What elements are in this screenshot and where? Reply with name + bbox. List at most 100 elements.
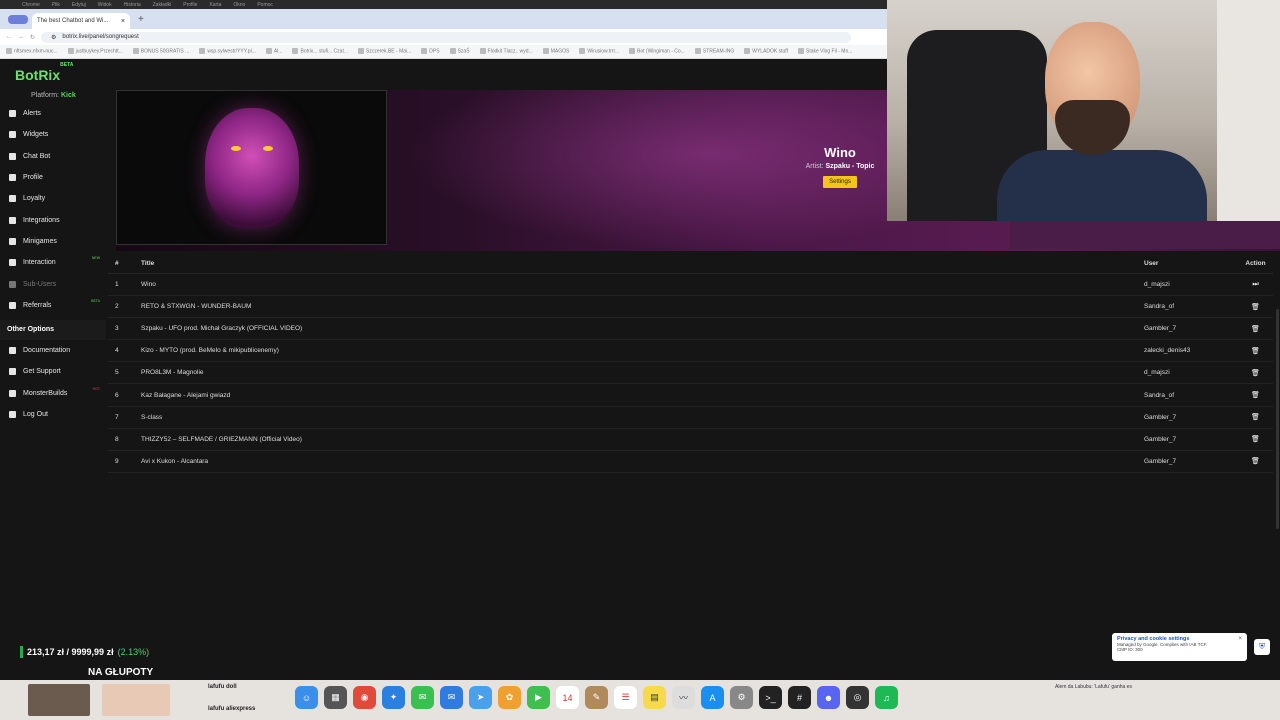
hot-badge: HOT xyxy=(92,386,100,391)
trash-icon[interactable]: 🗑 xyxy=(1251,413,1260,421)
calculator-icon[interactable]: # xyxy=(788,686,811,709)
terminal-icon[interactable]: >_ xyxy=(759,686,782,709)
now-playing-info: Wino Artist: Szpaku - Topic Settings xyxy=(790,145,890,188)
mail-icon[interactable]: ✉ xyxy=(440,686,463,709)
menu-okno[interactable]: Okno xyxy=(233,2,245,8)
sidebar-item-chat-bot[interactable]: Chat Bot xyxy=(0,146,106,167)
stickies-icon[interactable]: ▤ xyxy=(643,686,666,709)
sidebar-item-monsterbuilds[interactable]: MonsterBuilds HOT xyxy=(0,383,106,404)
close-tab-icon[interactable]: × xyxy=(121,18,125,25)
bookmark-item[interactable]: wsp.sylwestr/YYY.pl... xyxy=(199,48,256,55)
menu-edytuj[interactable]: Edytuj xyxy=(72,2,86,8)
browser-toolbar: ← → ↻ ⚙ botrix.live/panel/songrequest xyxy=(0,29,887,45)
sidebar-item-referrals[interactable]: Referrals BETA xyxy=(0,295,106,316)
sidebar-item-sub-users[interactable]: Sub-Users xyxy=(0,273,106,294)
bookmark-item[interactable]: DPS xyxy=(421,48,440,55)
bookmark-item[interactable]: justbuykey.Przechtt... xyxy=(67,48,123,55)
back-icon[interactable]: ← xyxy=(6,34,12,40)
trash-icon[interactable]: 🗑 xyxy=(1251,347,1260,355)
menu-plik[interactable]: Plik xyxy=(52,2,60,8)
chrome-icon[interactable]: ◉ xyxy=(353,686,376,709)
bookmark-item[interactable]: MAGOS xyxy=(542,48,569,55)
forward-icon[interactable]: → xyxy=(18,34,24,40)
menu-zakladki[interactable]: Zakładki xyxy=(153,2,172,8)
dock-label-doll[interactable]: lafufu doll xyxy=(208,684,237,690)
trash-icon[interactable]: 🗑 xyxy=(1251,303,1260,311)
skip-icon[interactable]: ⏭ xyxy=(1252,281,1258,289)
trash-icon[interactable]: 🗑 xyxy=(1251,325,1260,333)
botrix-logo[interactable]: BotRixBETA xyxy=(15,62,73,83)
sidebar-item-documentation[interactable]: Documentation xyxy=(0,340,106,361)
table-row: 9 Avi x Kukon - Alcantara Gambler_7 🗑 xyxy=(108,451,1273,473)
tab-group-pill[interactable] xyxy=(8,14,28,24)
maps-icon[interactable]: ➤ xyxy=(469,686,492,709)
settings-icon[interactable]: ⚙ xyxy=(730,686,753,709)
trash-icon[interactable]: 🗑 xyxy=(1251,435,1260,443)
browser-tab-active[interactable]: The best Chatbot and Wi... × xyxy=(32,13,130,29)
sidebar: Alerts Widgets Chat Bot Profile Loyalty … xyxy=(0,103,106,425)
dock-notification[interactable]: Alem da Labubu: 'Lafufu' ganha es xyxy=(1055,684,1132,690)
bookmark-item[interactable]: Wirusiow.trrr... xyxy=(579,48,619,55)
cookie-line2: CMP ID: 300 xyxy=(1117,647,1143,652)
sidebar-item-alerts[interactable]: Alerts xyxy=(0,103,106,124)
address-bar[interactable]: ⚙ botrix.live/panel/songrequest xyxy=(41,31,852,43)
appstore-icon[interactable]: A xyxy=(701,686,724,709)
trash-icon[interactable]: 🗑 xyxy=(1251,369,1260,377)
shield-icon[interactable]: ⛨ xyxy=(1254,639,1270,655)
calendar-icon[interactable]: 14 xyxy=(556,686,579,709)
bookmark-item[interactable]: Szczerek.BE - Mai... xyxy=(358,48,411,55)
obs-icon[interactable]: ◎ xyxy=(846,686,869,709)
bookmark-item[interactable]: STREAM-ING xyxy=(694,48,734,55)
freeform-icon[interactable]: 〰 xyxy=(672,686,695,709)
trash-icon[interactable]: 🗑 xyxy=(1251,457,1260,465)
finder-icon[interactable]: ☺ xyxy=(295,686,318,709)
sidebar-item-minigames[interactable]: Minigames xyxy=(0,231,106,252)
close-icon[interactable]: × xyxy=(1238,636,1242,642)
messages-icon[interactable]: ✉ xyxy=(411,686,434,709)
safari-icon[interactable]: ✦ xyxy=(382,686,405,709)
bookmark-item[interactable]: nftsmex.nfxm-nuc... xyxy=(6,48,58,55)
dock-thumbnail[interactable] xyxy=(28,684,90,716)
notes-icon[interactable]: ✎ xyxy=(585,686,608,709)
video-thumbnail[interactable] xyxy=(116,90,387,245)
dock-label-aliexpress[interactable]: lafufu aliexpress xyxy=(208,706,255,712)
panther-artwork xyxy=(204,107,299,228)
bookmark-item[interactable]: Flodkit Tlacz.. wyd... xyxy=(479,48,533,55)
bookmark-item[interactable]: Botrix... stufi... Czat... xyxy=(292,48,348,55)
scrollbar[interactable] xyxy=(1276,309,1279,529)
settings-button[interactable]: Settings xyxy=(823,176,857,188)
discord-icon[interactable]: ☻ xyxy=(817,686,840,709)
menu-pomoc[interactable]: Pomoc xyxy=(257,2,273,8)
facetime-icon[interactable]: ▶ xyxy=(527,686,550,709)
sidebar-item-integrations[interactable]: Integrations xyxy=(0,209,106,230)
reminders-icon[interactable]: ☰ xyxy=(614,686,637,709)
bookmark-item[interactable]: Al... xyxy=(265,48,282,55)
menu-karta[interactable]: Karta xyxy=(209,2,221,8)
bookmark-item[interactable]: SzaŚ xyxy=(449,48,470,55)
new-tab-icon[interactable]: + xyxy=(138,14,144,25)
bookmark-item[interactable]: Stake Vlog Fil - Mo... xyxy=(797,48,852,55)
goal-progress: 213,17 zł / 9999,99 zł (2.13%) xyxy=(20,645,220,659)
trash-icon[interactable]: 🗑 xyxy=(1251,391,1260,399)
users-icon xyxy=(9,280,16,288)
spotify-icon[interactable]: ♫ xyxy=(875,686,898,709)
menu-historia[interactable]: Historia xyxy=(124,2,141,8)
bookmark-item[interactable]: BONUS 50GRATIS ... xyxy=(132,48,189,55)
launchpad-icon[interactable]: ▦ xyxy=(324,686,347,709)
menu-chrome[interactable]: Chrome xyxy=(22,2,40,8)
bookmark-item[interactable]: WYLADOK stuff xyxy=(744,48,788,55)
bookmark-item[interactable]: Bot (Wingiman - Co... xyxy=(629,48,685,55)
monitor-icon xyxy=(9,389,16,397)
sidebar-item-profile[interactable]: Profile xyxy=(0,167,106,188)
sidebar-item-log-out[interactable]: Log Out xyxy=(0,404,106,425)
dock-thumbnail[interactable] xyxy=(102,684,170,716)
sidebar-item-interaction[interactable]: Interaction NEW xyxy=(0,252,106,273)
menu-widok[interactable]: Widok xyxy=(98,2,112,8)
sidebar-item-loyalty[interactable]: Loyalty xyxy=(0,188,106,209)
sidebar-item-get-support[interactable]: Get Support xyxy=(0,361,106,382)
sidebar-item-widgets[interactable]: Widgets xyxy=(0,124,106,145)
reload-icon[interactable]: ↻ xyxy=(30,34,35,41)
photos-icon[interactable]: ✿ xyxy=(498,686,521,709)
menu-profile[interactable]: Profile xyxy=(183,2,197,8)
site-info-icon[interactable]: ⚙ xyxy=(51,34,56,41)
